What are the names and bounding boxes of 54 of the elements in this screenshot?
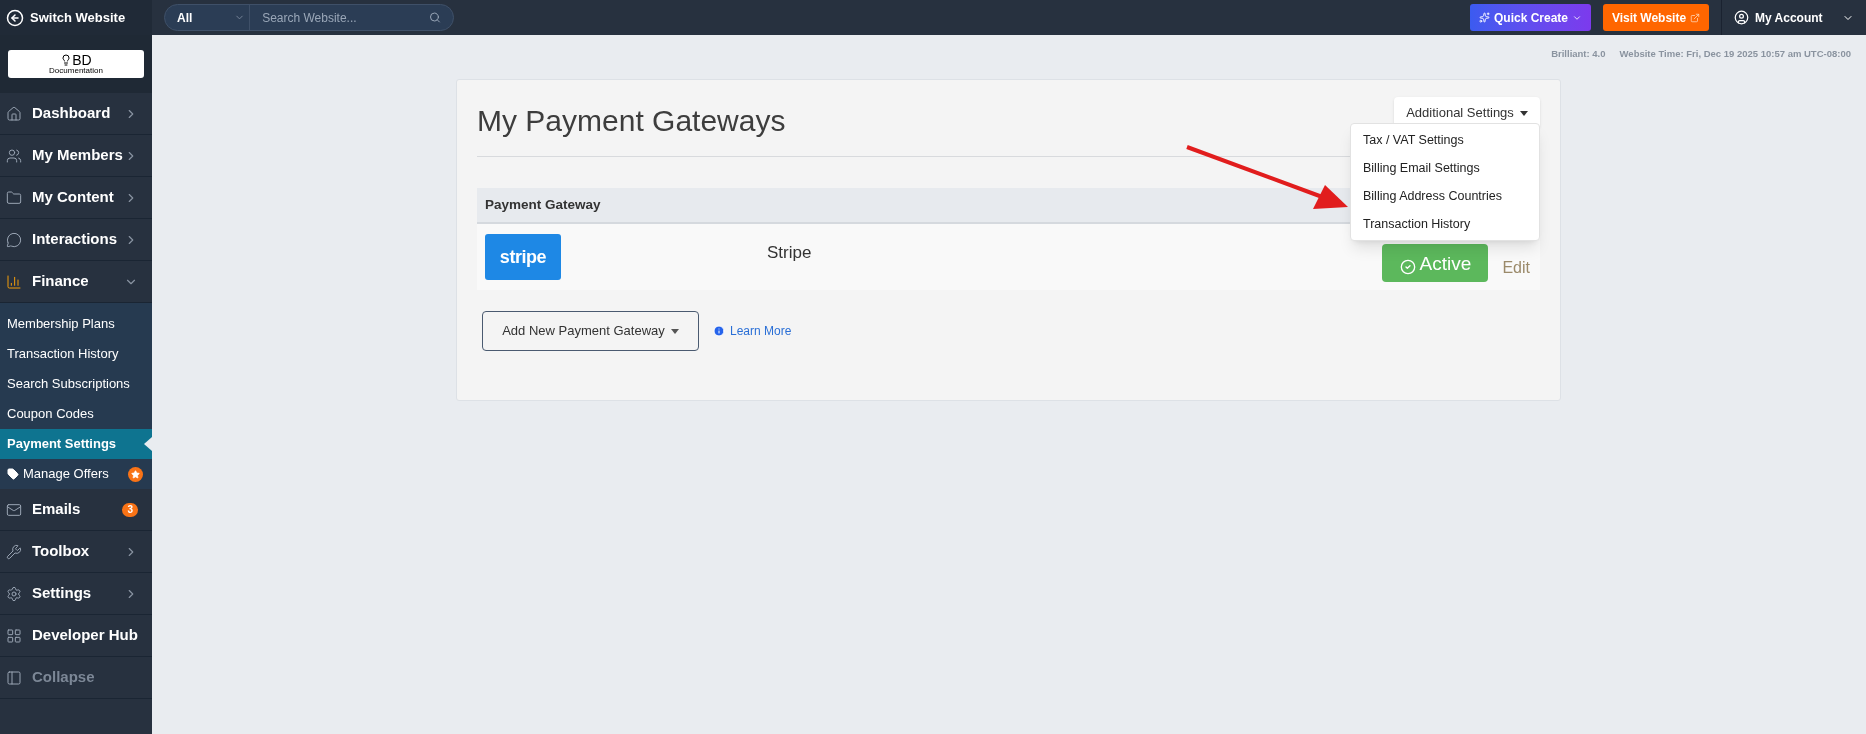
tag-icon <box>7 468 19 480</box>
sidebar-item[interactable]: Developer Hub <box>32 624 146 647</box>
check-circle-icon <box>1399 259 1416 275</box>
sidebar-item[interactable]: Collapse <box>32 666 146 689</box>
column-header: Payment Gateway <box>485 195 601 214</box>
gateway-name: Stripe <box>767 242 812 265</box>
sparkle-icon <box>1478 12 1490 23</box>
sidebar-item[interactable]: My Content <box>32 186 124 209</box>
back-icon <box>6 8 24 27</box>
menu-item[interactable]: Billing Address Countries <box>1351 182 1539 210</box>
page-title: My Payment Gateways <box>477 102 786 139</box>
submenu-item[interactable]: Transaction History <box>0 339 152 369</box>
submenu-item[interactable]: Search Subscriptions <box>0 369 152 399</box>
chat-icon <box>6 231 22 248</box>
panel-icon <box>6 669 22 686</box>
tools-icon <box>6 543 22 560</box>
grid-icon <box>6 627 22 644</box>
users-icon <box>6 147 22 164</box>
sidebar-item[interactable]: Settings <box>32 582 124 605</box>
external-link-icon <box>1690 12 1701 23</box>
star-badge <box>128 466 143 482</box>
bar-chart-icon <box>6 273 22 290</box>
search-icon <box>429 11 441 24</box>
submenu-item[interactable]: Manage Offers <box>0 459 152 489</box>
website-time: Website Time: Fri, Dec 19 2025 10:57 am UTC-08:00 <box>1619 47 1851 61</box>
version-label: Brilliant: 4.0 <box>1551 47 1606 61</box>
site-logo[interactable]: BD Documentation <box>8 50 144 78</box>
add-gateway-button[interactable]: Add New Payment Gateway <box>482 311 699 351</box>
stripe-logo: stripe <box>485 234 561 280</box>
account-menu[interactable]: My Account <box>1755 8 1842 27</box>
folder-icon <box>6 189 22 206</box>
quick-create-button[interactable]: Quick Create <box>1470 4 1591 31</box>
sidebar-item[interactable]: Toolbox <box>32 540 124 563</box>
search-field[interactable]: All Search Website... <box>164 4 454 31</box>
menu-item[interactable]: Tax / VAT Settings <box>1351 126 1539 154</box>
count-badge: 3 <box>122 502 138 517</box>
learn-more-link[interactable]: Learn More <box>730 322 792 340</box>
sidebar-item[interactable]: My Members <box>32 144 124 167</box>
scope-select[interactable]: All <box>165 5 251 30</box>
menu-item[interactable]: Transaction History <box>1351 210 1539 238</box>
sidebar-item[interactable]: Interactions <box>32 228 124 251</box>
sidebar-item[interactable]: Emails <box>32 498 123 521</box>
selection-pointer <box>144 437 152 451</box>
sidebar-item[interactable]: Dashboard <box>32 102 124 125</box>
sidebar-item[interactable]: Finance <box>32 270 124 293</box>
submenu-item[interactable]: Membership Plans <box>0 309 152 339</box>
info-icon <box>713 325 725 337</box>
user-icon <box>1734 10 1749 25</box>
mail-icon <box>6 501 22 518</box>
settings-icon <box>6 585 22 602</box>
home-icon <box>6 105 22 122</box>
submenu-item[interactable]: Coupon Codes <box>0 399 152 429</box>
submenu-item[interactable]: Payment Settings <box>0 429 152 459</box>
menu-item[interactable]: Billing Email Settings <box>1351 154 1539 182</box>
